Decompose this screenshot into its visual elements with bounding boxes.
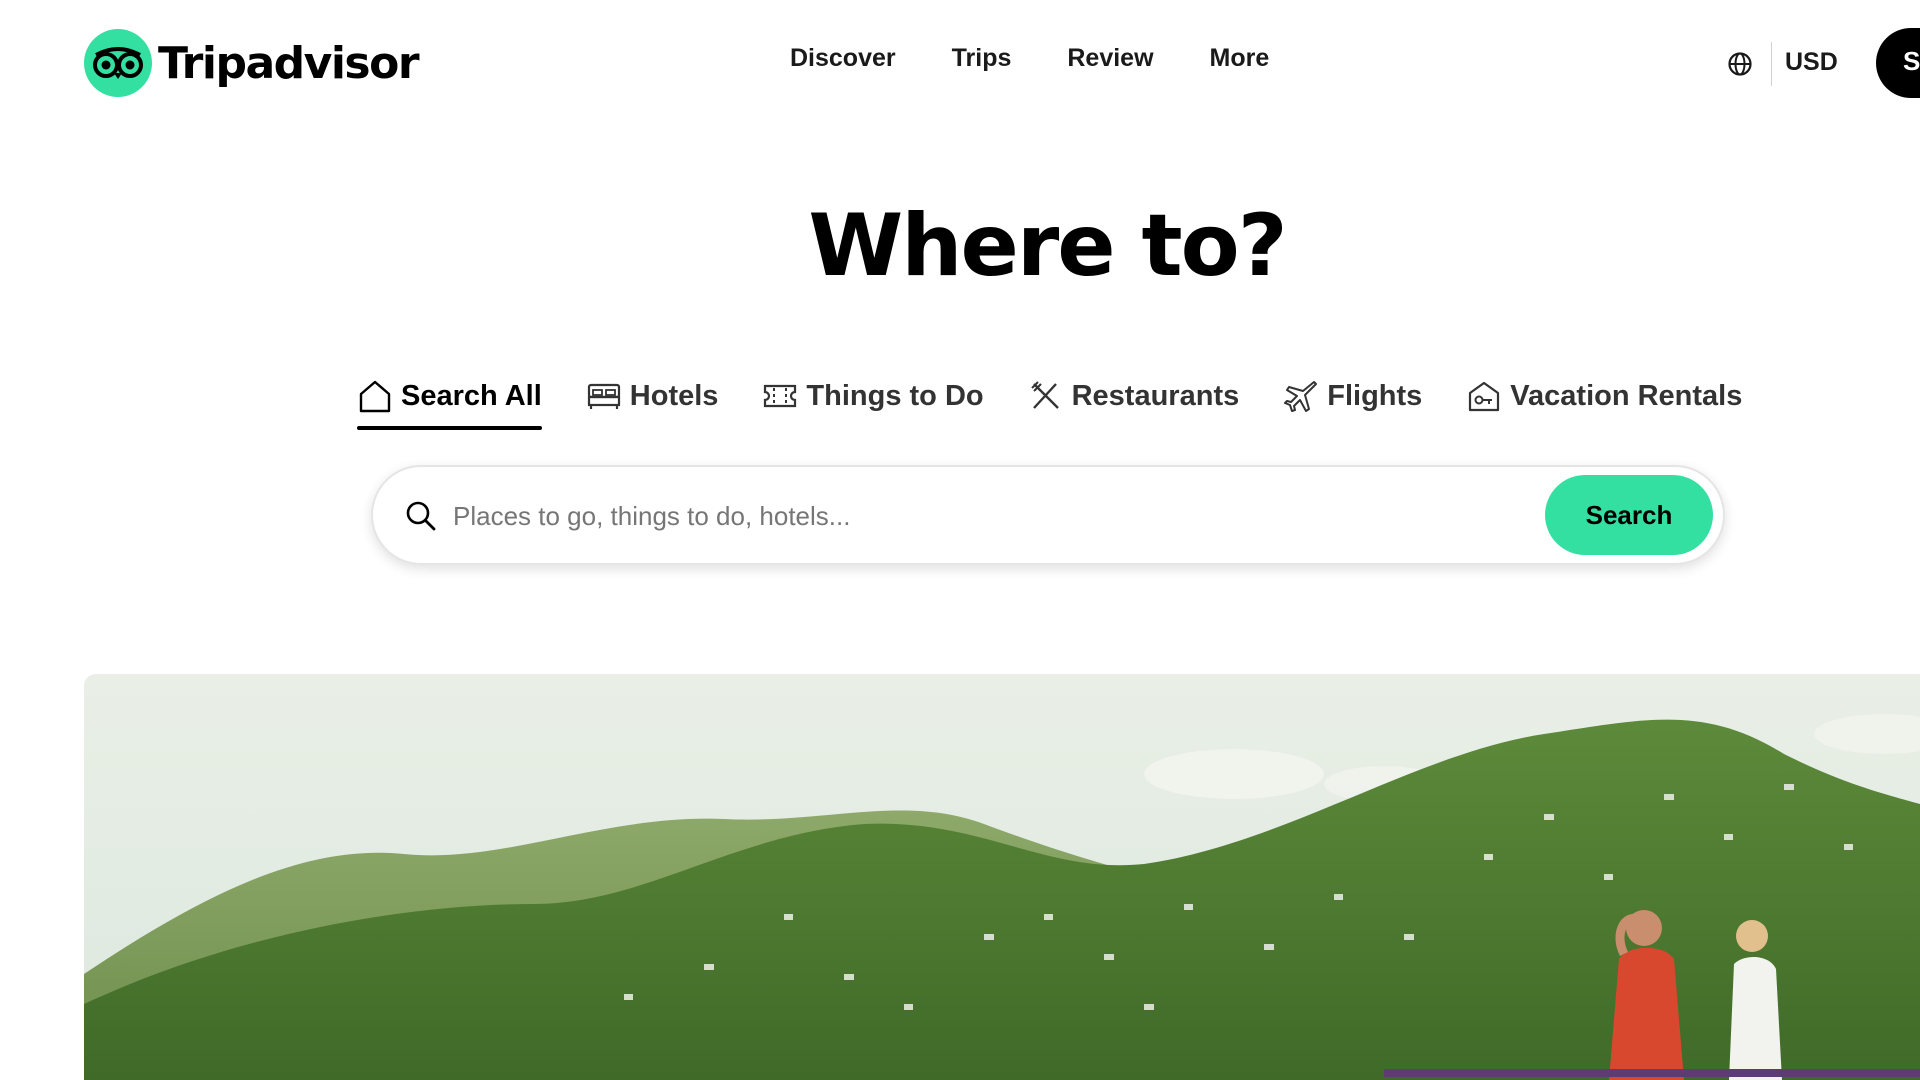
tab-label: Flights <box>1327 379 1423 412</box>
home-icon <box>357 378 393 414</box>
plane-icon <box>1283 378 1319 414</box>
header-divider <box>1771 42 1772 86</box>
search-category-tabs: Search All Hotels Things to Do Restauran… <box>357 370 1742 430</box>
tab-flights[interactable]: Flights <box>1283 370 1422 422</box>
search-bar: Search <box>371 465 1725 565</box>
nav-review[interactable]: Review <box>1067 44 1153 73</box>
site-header: Tripadvisor Discover Trips Review More U… <box>0 0 1920 125</box>
main-nav: Discover Trips Review More <box>790 44 1269 73</box>
utensils-icon <box>1028 378 1064 414</box>
tab-label: Restaurants <box>1071 379 1240 412</box>
tab-restaurants[interactable]: Restaurants <box>1028 370 1240 422</box>
search-input[interactable] <box>453 491 1453 541</box>
page: Tripadvisor Discover Trips Review More U… <box>0 0 1920 1080</box>
page-title: Where to? <box>808 196 1287 296</box>
nav-more[interactable]: More <box>1210 44 1270 73</box>
tab-vacation-rentals[interactable]: Vacation Rentals <box>1466 370 1742 422</box>
currency-selector[interactable]: USD <box>1785 48 1838 77</box>
owl-logo-icon <box>84 29 152 97</box>
rental-house-icon <box>1466 378 1502 414</box>
tab-label: Hotels <box>629 379 719 412</box>
tab-search-all[interactable]: Search All <box>357 370 542 430</box>
globe-icon[interactable] <box>1726 50 1754 78</box>
tab-things-to-do[interactable]: Things to Do <box>762 370 984 422</box>
tab-label: Vacation Rentals <box>1510 379 1743 412</box>
hero-image <box>84 674 1920 1080</box>
search-button[interactable]: Search <box>1545 475 1713 555</box>
tab-label: Things to Do <box>806 379 984 412</box>
tripadvisor-logo[interactable]: Tripadvisor <box>84 29 420 97</box>
sign-in-button[interactable]: S <box>1876 28 1920 98</box>
tab-label: Search All <box>401 379 542 412</box>
search-icon <box>403 498 439 534</box>
nav-trips[interactable]: Trips <box>952 44 1012 73</box>
logo-text: Tripadvisor <box>158 37 420 89</box>
nav-discover[interactable]: Discover <box>790 44 896 73</box>
ticket-icon <box>762 378 798 414</box>
tab-hotels[interactable]: Hotels <box>586 370 719 422</box>
bed-icon <box>586 378 622 414</box>
